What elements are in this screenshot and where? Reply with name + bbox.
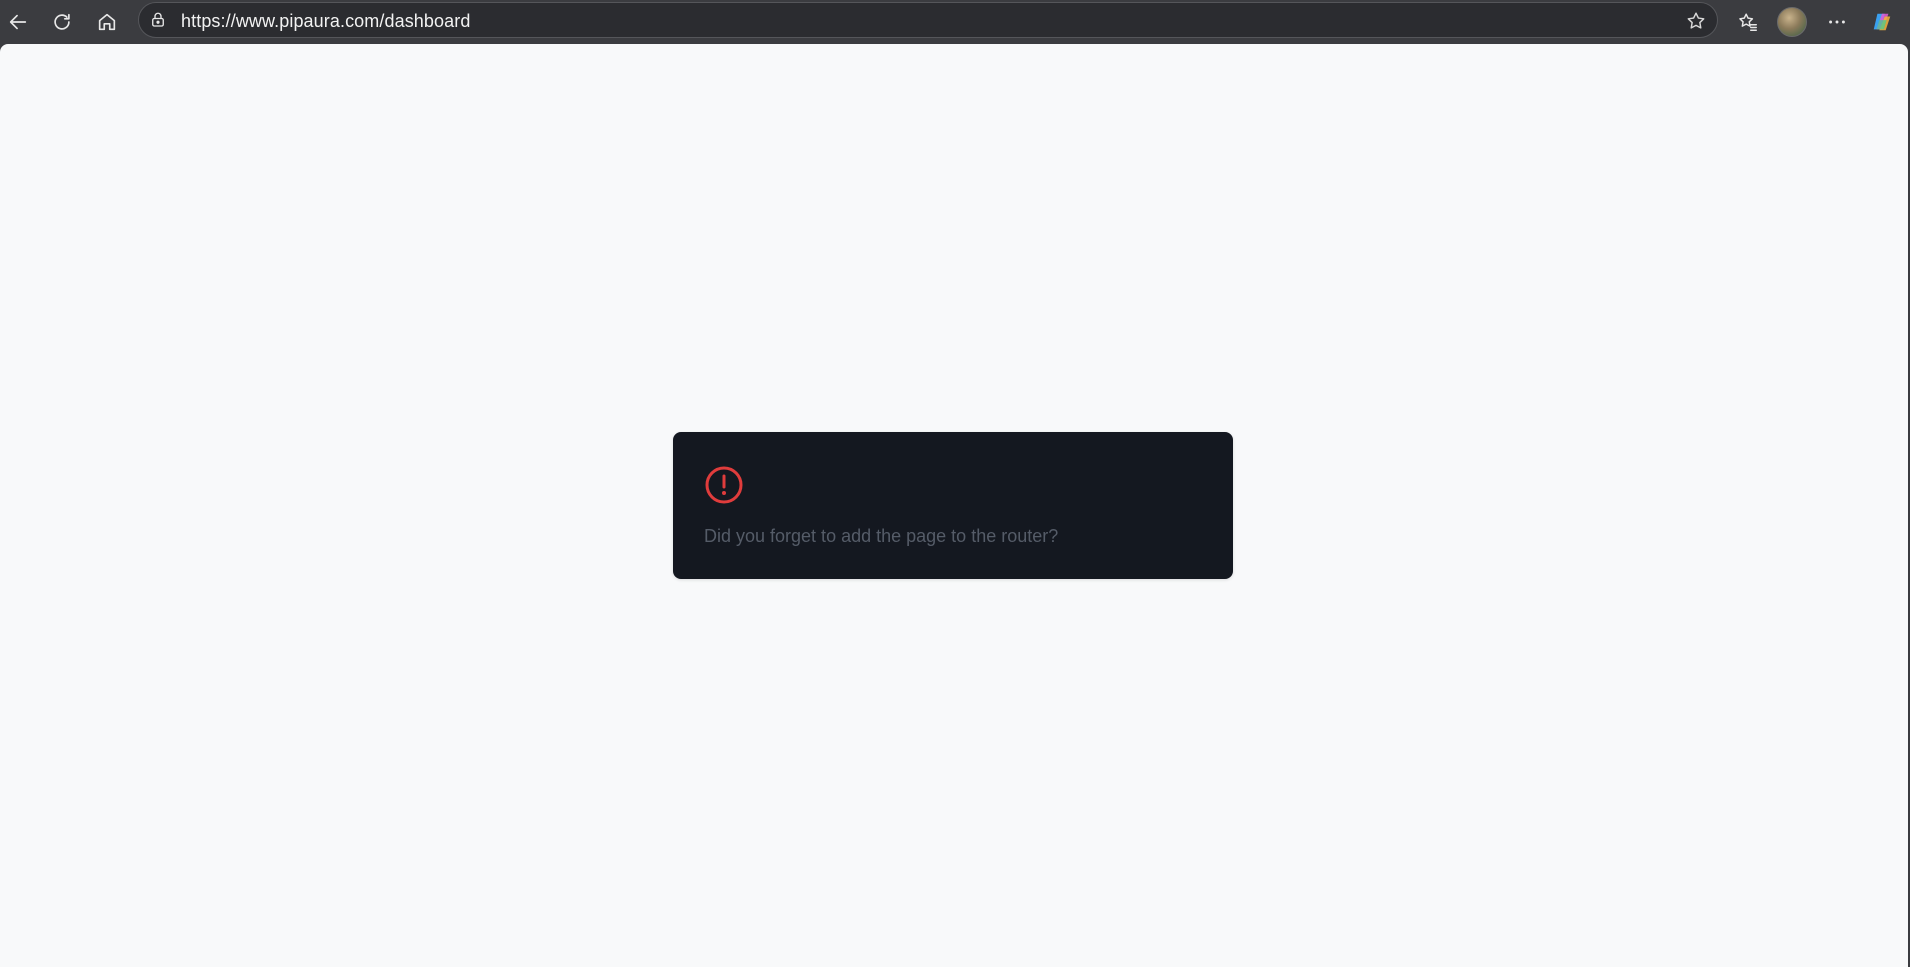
reload-button[interactable] [44,4,80,40]
copilot-icon [1873,13,1891,31]
back-button[interactable] [0,4,36,40]
lock-icon[interactable] [149,11,167,29]
back-arrow-icon [9,14,27,30]
avatar [1777,7,1807,37]
more-icon [1829,20,1845,24]
star-icon[interactable] [1685,10,1707,32]
address-bar[interactable]: https://www.pipaura.com/dashboard [138,2,1718,38]
more-button[interactable] [1819,4,1855,40]
favorites-button[interactable] [1730,4,1766,40]
error-card: Did you forget to add the page to the ro… [673,432,1233,579]
browser-toolbar: https://www.pipaura.com/dashboard [0,0,1910,44]
alert-circle-icon [705,466,743,504]
favorites-icon [1739,13,1757,31]
reload-icon [54,13,70,30]
home-button[interactable] [89,4,125,40]
page-viewport: Did you forget to add the page to the ro… [0,44,1908,967]
error-message: Did you forget to add the page to the ro… [704,526,1059,546]
profile-button[interactable] [1774,4,1810,40]
home-icon [98,13,116,31]
copilot-button[interactable] [1864,4,1900,40]
url-text[interactable]: https://www.pipaura.com/dashboard [181,11,470,32]
